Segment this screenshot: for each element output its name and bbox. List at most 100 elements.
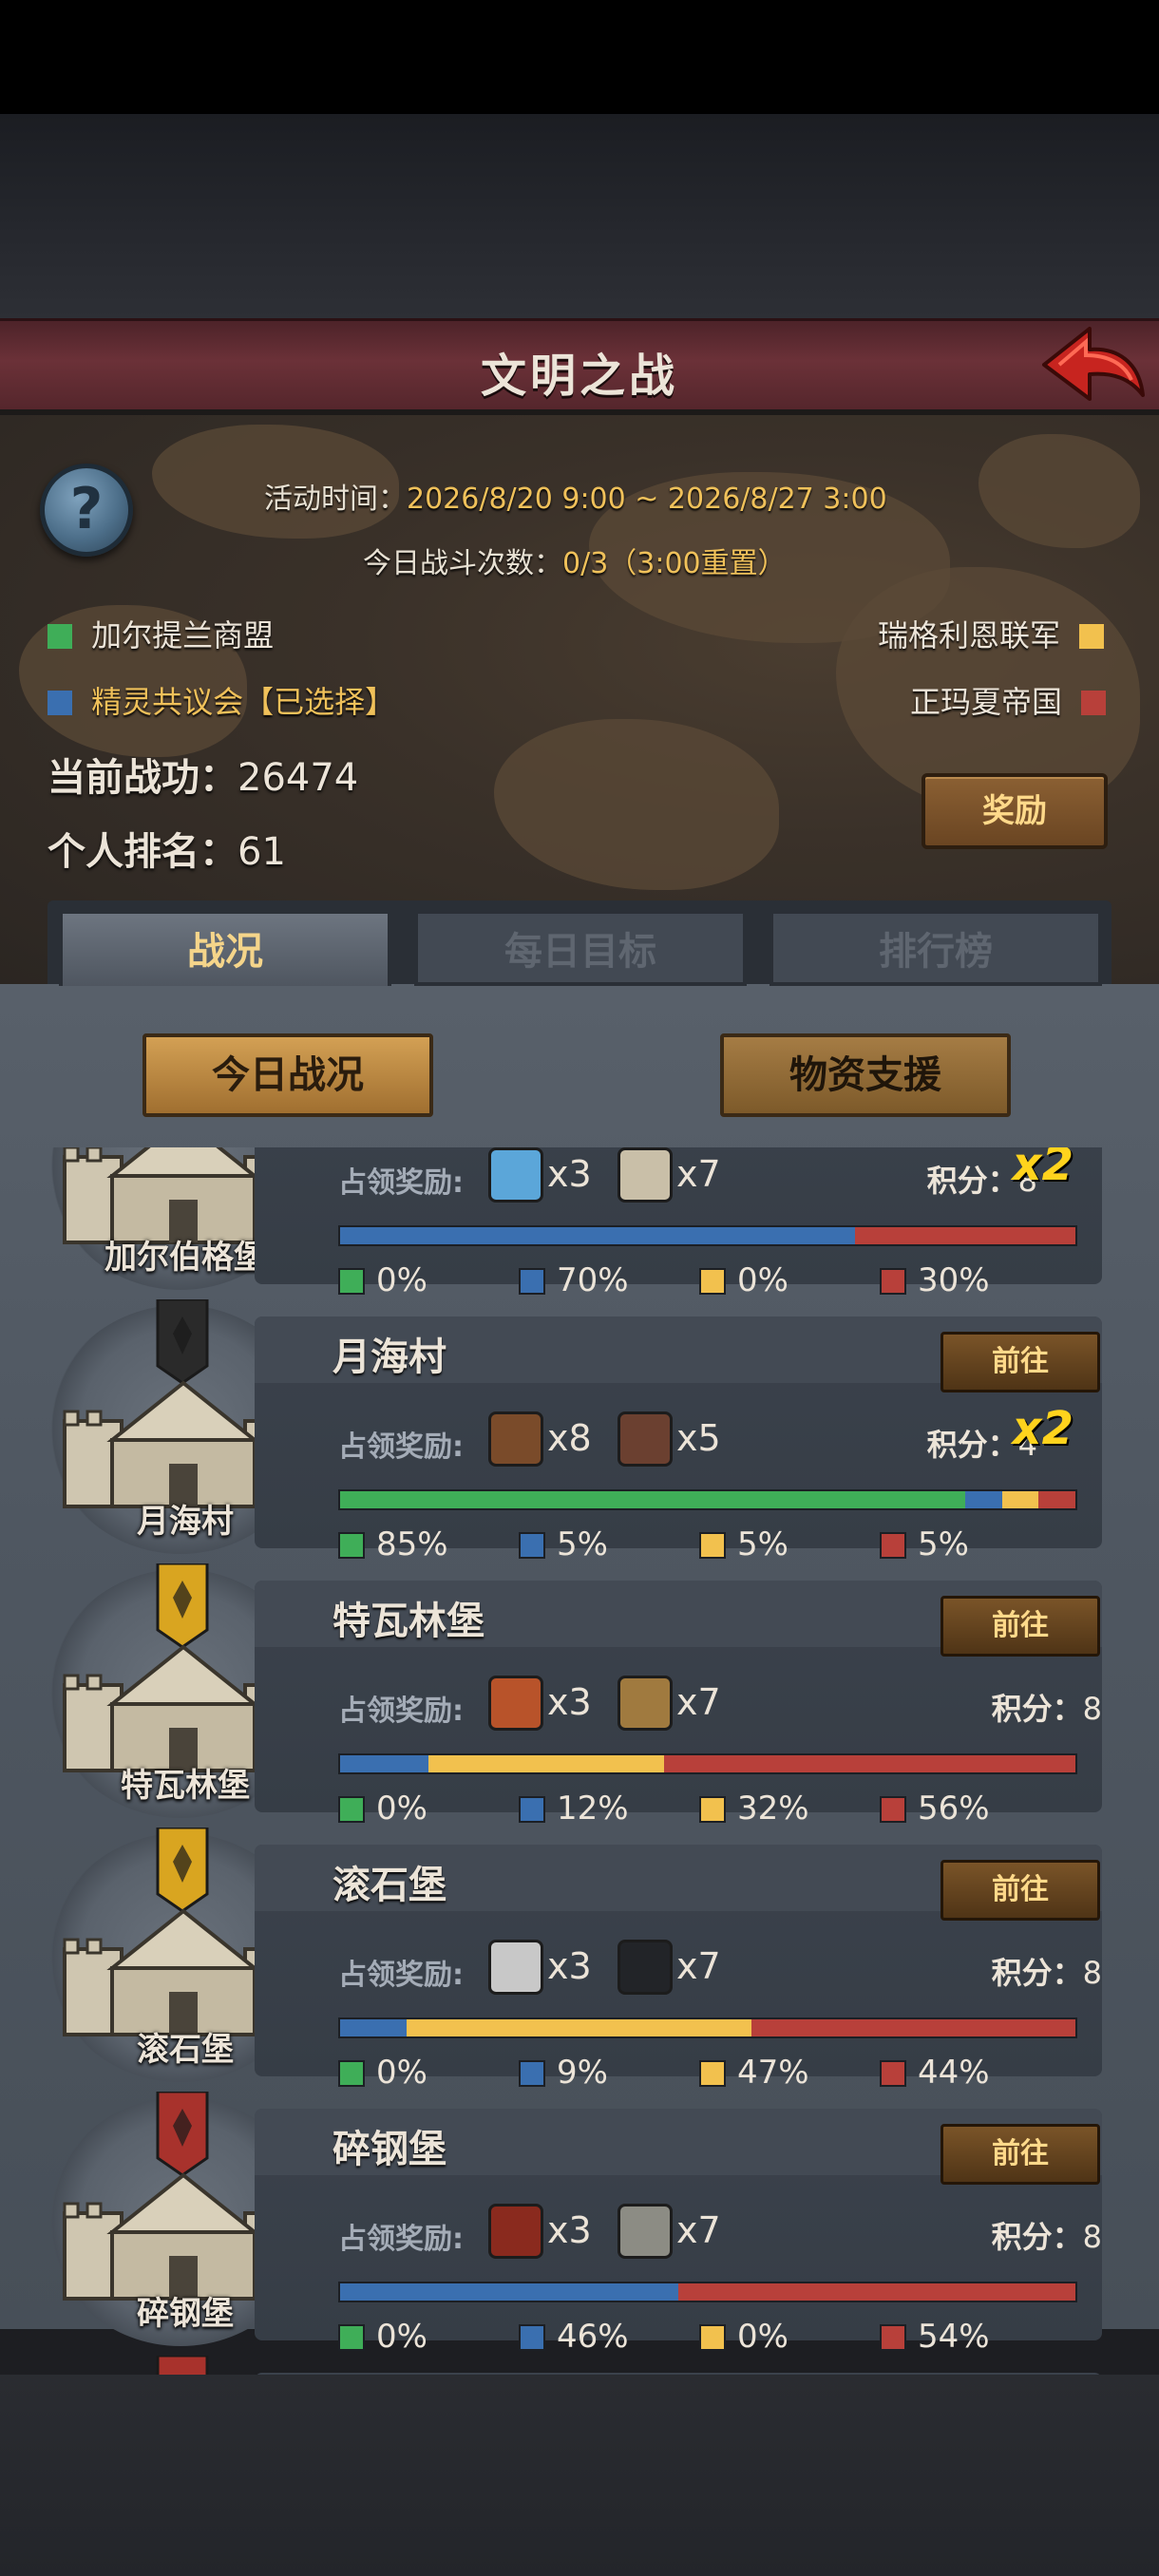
share-segment bbox=[406, 2019, 752, 2036]
go-button[interactable]: 前往 bbox=[940, 2124, 1100, 2185]
today-status-button[interactable]: 今日战况 bbox=[142, 1033, 433, 1117]
percent-value: 0% bbox=[737, 1261, 788, 1299]
help-button[interactable]: ? bbox=[40, 464, 133, 557]
reward-label: 占领奖励: bbox=[338, 1695, 464, 1728]
share-segment bbox=[854, 1227, 1075, 1244]
faction-name: 正玛夏帝国 bbox=[910, 684, 1063, 720]
faction-color-square bbox=[880, 2324, 906, 2351]
faction-color-square bbox=[519, 1796, 545, 1823]
faction-percent: 0% bbox=[699, 1261, 788, 1299]
percent-value: 47% bbox=[737, 2054, 809, 2092]
horse-icon bbox=[488, 1411, 543, 1467]
faction-color-square bbox=[699, 1532, 726, 1559]
location-row: 月海村 月海村 前往 占领奖励: x8 x5 积分：4 x2 85% 5% 5% 5% bbox=[0, 1299, 1159, 1563]
location-name: 滚石堡 bbox=[332, 1864, 446, 1907]
faction-percent: 85% bbox=[338, 1525, 448, 1563]
location-name: 碎钢堡 bbox=[332, 2128, 446, 2171]
go-button[interactable]: 前往 bbox=[940, 1332, 1100, 1392]
percent-value: 5% bbox=[918, 1525, 969, 1563]
rock-icon bbox=[618, 2204, 673, 2259]
percent-value: 30% bbox=[918, 1261, 990, 1299]
faction-color-square bbox=[338, 2324, 365, 2351]
faction-color-square bbox=[338, 1796, 365, 1823]
map-land bbox=[978, 434, 1140, 548]
percent-value: 54% bbox=[918, 2318, 990, 2356]
battle-count-value: 0/3（3:00重置） bbox=[562, 547, 787, 580]
percent-value: 85% bbox=[376, 1525, 448, 1563]
faction-percent: 0% bbox=[699, 2318, 788, 2356]
faction-color-square bbox=[880, 1532, 906, 1559]
back-button[interactable] bbox=[1040, 323, 1147, 410]
faction-color-square bbox=[880, 1268, 906, 1295]
faction-color-square bbox=[519, 2060, 545, 2087]
go-button[interactable]: 前往 bbox=[940, 1860, 1100, 1921]
event-time: 活动时间：2026/8/20 9:00 ~ 2026/8/27 3:00 bbox=[264, 475, 887, 517]
percent-value: 9% bbox=[557, 2054, 608, 2092]
faction-banner-icon bbox=[156, 2092, 209, 2175]
faction-percent: 30% bbox=[880, 1261, 990, 1299]
share-segment bbox=[340, 1227, 855, 1244]
percent-value: 70% bbox=[557, 1261, 629, 1299]
tab-daily-goals[interactable]: 每日目标 bbox=[414, 910, 747, 986]
percent-value: 46% bbox=[557, 2318, 629, 2356]
control-share-bar bbox=[338, 1489, 1077, 1510]
share-segment bbox=[964, 1491, 1002, 1508]
faction-banner-icon bbox=[156, 1563, 209, 1647]
question-icon: ? bbox=[69, 476, 104, 542]
percent-value: 32% bbox=[737, 1790, 809, 1828]
faction-red: 正玛夏帝国 bbox=[910, 678, 1107, 722]
reward-quantity: x3 bbox=[547, 1681, 592, 1723]
supply-support-button[interactable]: 物资支援 bbox=[720, 1033, 1011, 1117]
score-value: 8 bbox=[1082, 2219, 1102, 2255]
go-button[interactable]: 前往 bbox=[940, 1596, 1100, 1657]
percent-value: 0% bbox=[376, 2318, 428, 2356]
scroll-icon bbox=[618, 1147, 673, 1203]
percent-value: 5% bbox=[557, 1525, 608, 1563]
faction-color-blue bbox=[48, 691, 72, 715]
faction-percent: 5% bbox=[699, 1525, 788, 1563]
faction-name: 精灵共议会【已选择】 bbox=[91, 684, 396, 720]
score-label: 积分： bbox=[991, 2219, 1083, 2255]
personal-rank: 个人排名：61 bbox=[48, 821, 286, 876]
location-list[interactable]: 加尔伯格堡加尔伯格堡占领奖励:x3x7积分：8x20%70%0%30%月海村月海… bbox=[0, 1147, 1159, 2375]
location-row: 滚石堡 滚石堡 前往 占领奖励: x3 x7 积分：8 0% 9% 47% 44% bbox=[0, 1828, 1159, 2092]
tab-battle-status[interactable]: 战况 bbox=[59, 910, 391, 986]
score-value: 8 bbox=[1082, 1955, 1102, 1991]
faction-color-square bbox=[338, 1532, 365, 1559]
reward-button[interactable]: 奖励 bbox=[922, 773, 1108, 849]
faction-percent: 44% bbox=[880, 2054, 990, 2092]
merit-label: 当前战功： bbox=[48, 756, 238, 800]
reward-quantity: x7 bbox=[676, 2209, 721, 2251]
location-name: 特瓦林堡 bbox=[332, 1600, 484, 1643]
control-share-bar bbox=[338, 2282, 1077, 2302]
share-segment bbox=[340, 2019, 407, 2036]
bottom-background bbox=[0, 2375, 1159, 2576]
faction-banner-icon bbox=[156, 1828, 209, 1911]
faction-percent: 54% bbox=[880, 2318, 990, 2356]
tab-leaderboard[interactable]: 排行榜 bbox=[770, 910, 1102, 986]
faction-color-square bbox=[699, 2060, 726, 2087]
percent-value: 0% bbox=[376, 1790, 428, 1828]
score-label: 积分： bbox=[991, 1955, 1083, 1991]
percent-value: 0% bbox=[376, 2054, 428, 2092]
multiplier-badge: x2 bbox=[1012, 1147, 1074, 1191]
faction-percent: 46% bbox=[519, 2318, 629, 2356]
status-bar-area bbox=[0, 0, 1159, 114]
blue-cloth-icon bbox=[488, 1147, 543, 1203]
ore-chest-icon bbox=[488, 2204, 543, 2259]
faction-color-square bbox=[338, 2060, 365, 2087]
faction-color-square bbox=[880, 2060, 906, 2087]
score-label: 积分： bbox=[926, 1427, 1018, 1463]
stone-block-icon bbox=[488, 1940, 543, 1995]
control-share-bar bbox=[338, 2017, 1077, 2038]
battle-count: 今日战斗次数：0/3（3:00重置） bbox=[363, 540, 787, 581]
reward-label: 占领奖励: bbox=[338, 1959, 464, 1992]
faction-color-square bbox=[519, 1532, 545, 1559]
faction-color-square bbox=[338, 1268, 365, 1295]
share-segment bbox=[340, 1491, 965, 1508]
score-label: 积分： bbox=[991, 1691, 1083, 1727]
faction-percent: 0% bbox=[338, 2054, 428, 2092]
reward-quantity: x7 bbox=[676, 1945, 721, 1987]
faction-percent: 5% bbox=[880, 1525, 969, 1563]
faction-percent: 47% bbox=[699, 2054, 809, 2092]
